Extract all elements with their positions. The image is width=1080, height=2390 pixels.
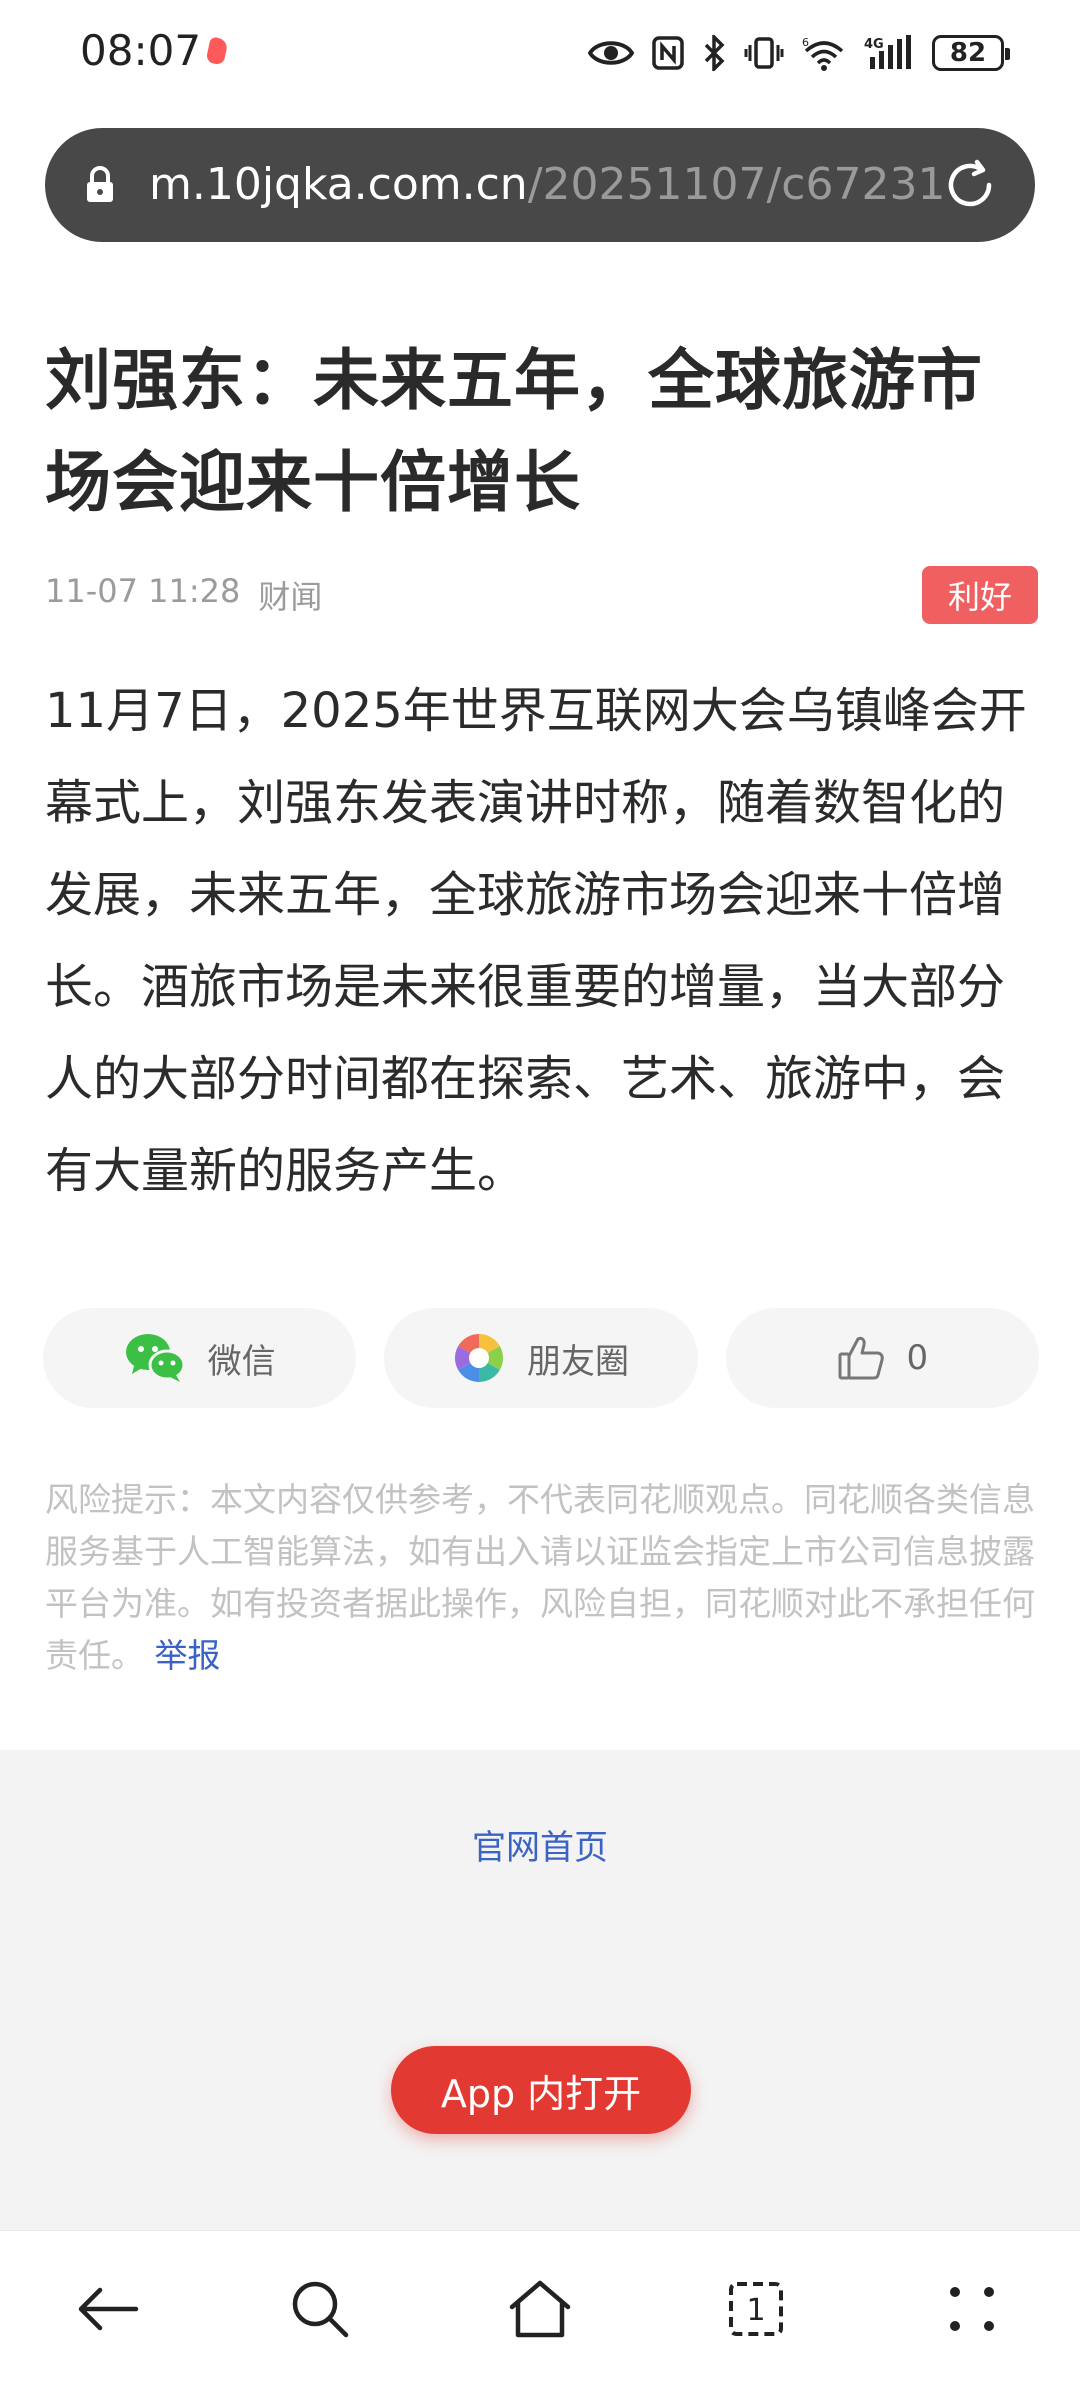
- status-time: 08:07: [80, 26, 202, 75]
- battery-icon: 82: [932, 35, 1010, 71]
- menu-button[interactable]: [932, 2269, 1012, 2349]
- share-wechat-button[interactable]: 微信: [43, 1308, 357, 1408]
- notification-dot-icon: [205, 36, 229, 66]
- article-meta: 11-07 11:28 财闻: [45, 572, 322, 618]
- url-text[interactable]: m.10jqka.com.cn/20251107/c672317: [149, 156, 949, 214]
- open-in-app-button[interactable]: App 内打开: [391, 2046, 691, 2134]
- lock-icon: [87, 166, 113, 202]
- like-button[interactable]: 0: [725, 1308, 1039, 1408]
- nfc-icon: [652, 36, 684, 70]
- share-moments-label: 朋友圈: [526, 1341, 629, 1382]
- svg-text:1: 1: [746, 2293, 765, 2328]
- vibrate-icon: [744, 37, 784, 69]
- report-link[interactable]: 举报: [155, 1636, 221, 1675]
- article-source: 财闻: [258, 578, 323, 616]
- more-dots-icon: [950, 2287, 994, 2331]
- home-icon: [509, 2280, 571, 2338]
- bluetooth-icon: [704, 35, 725, 71]
- tabs-icon: 1: [729, 2282, 783, 2336]
- home-button[interactable]: [500, 2269, 580, 2349]
- svg-text:4G: 4G: [864, 37, 884, 52]
- share-row: 微信 朋友圈 0: [43, 1308, 1039, 1408]
- wifi-icon: 6: [802, 36, 844, 71]
- like-count: 0: [906, 1338, 929, 1378]
- back-arrow-icon: [78, 2287, 139, 2331]
- wechat-icon: [124, 1332, 186, 1384]
- search-button[interactable]: [280, 2269, 360, 2349]
- share-wechat-label: 微信: [207, 1341, 276, 1382]
- browser-bottom-nav: 1: [0, 2230, 1080, 2390]
- article-body: 11月7日，2025年世界互联网大会乌镇峰会开幕式上，刘强东发表演讲时称，随着数…: [45, 683, 1027, 1199]
- tabs-button[interactable]: 1: [716, 2269, 796, 2349]
- address-bar[interactable]: m.10jqka.com.cn/20251107/c672317: [45, 128, 1035, 242]
- page-footer: 官网首页 App 内打开: [0, 1750, 1080, 2230]
- status-bar: 08:07 6 4G 82: [0, 0, 1080, 110]
- moments-icon: [453, 1332, 505, 1384]
- article-date: 11-07 11:28: [45, 572, 241, 610]
- eye-icon: [588, 41, 634, 65]
- sentiment-badge: 利好: [922, 566, 1038, 624]
- thumbs-up-icon: [837, 1335, 885, 1381]
- url-host: m.10jqka.com.cn: [149, 159, 528, 210]
- url-path: /20251107/c672317: [527, 159, 949, 210]
- 4g-signal-icon: 4G: [864, 35, 911, 69]
- official-home-link[interactable]: 官网首页: [0, 1820, 1080, 1869]
- back-button[interactable]: [68, 2269, 148, 2349]
- search-icon: [292, 2281, 349, 2338]
- reload-icon[interactable]: [941, 156, 999, 214]
- risk-disclaimer: 风险提示：本文内容仅供参考，不代表同花顺观点。同花顺各类信息服务基于人工智能算法…: [45, 1474, 1035, 1682]
- article-title: 刘强东：未来五年，全球旅游市场会迎来十倍增长: [45, 342, 983, 521]
- share-moments-button[interactable]: 朋友圈: [384, 1308, 698, 1408]
- status-icons: 6 4G 82: [588, 30, 1010, 76]
- svg-text:6: 6: [802, 36, 809, 49]
